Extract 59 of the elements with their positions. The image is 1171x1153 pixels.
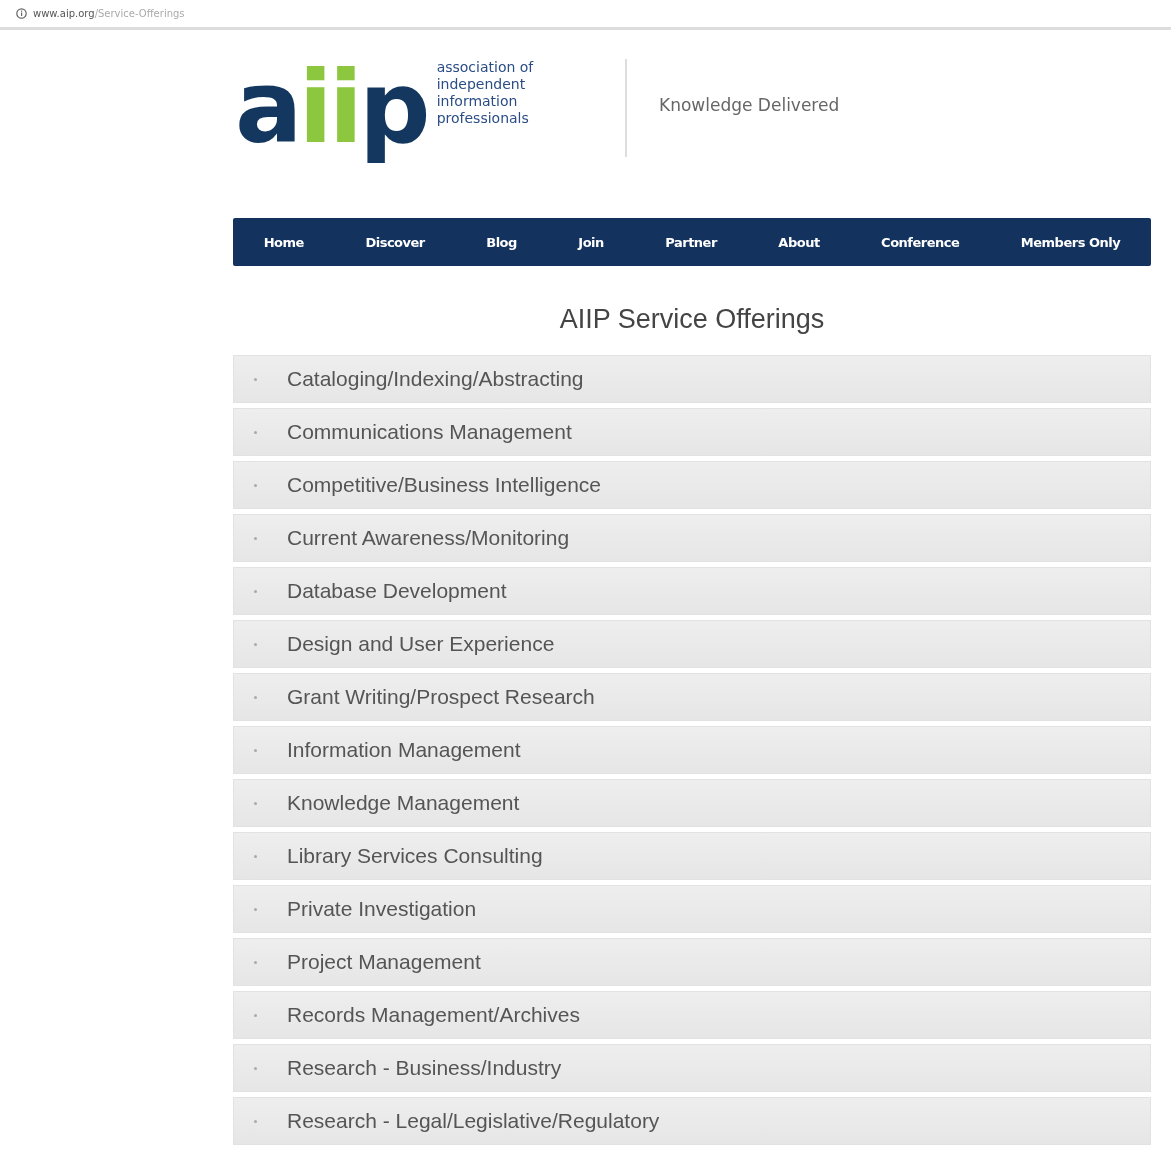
bullet-icon — [254, 960, 257, 964]
accordion-label: Private Investigation — [287, 897, 477, 921]
tagline: Knowledge Delivered — [659, 95, 840, 115]
bullet-icon — [254, 430, 257, 434]
bullet-icon — [254, 907, 257, 911]
bullet-icon — [254, 1119, 257, 1123]
accordion-label: Knowledge Management — [287, 791, 520, 815]
accordion-label: Database Development — [287, 579, 507, 603]
nav-link[interactable]: About — [778, 234, 820, 250]
bullet-icon — [254, 854, 257, 858]
accordion-item[interactable]: Database Development — [233, 567, 1151, 615]
nav-link[interactable]: Conference — [881, 234, 960, 250]
bullet-icon — [254, 589, 257, 593]
accordion-label: Competitive/Business Intelligence — [287, 473, 601, 497]
accordion-label: Project Management — [287, 950, 481, 974]
bullet-icon — [254, 748, 257, 752]
accordion-label: Grant Writing/Prospect Research — [287, 685, 595, 709]
nav-link[interactable]: Blog — [486, 234, 517, 250]
nav-link[interactable]: Home — [263, 234, 304, 250]
nav-link[interactable]: Join — [578, 234, 604, 250]
accordion-item[interactable]: Design and User Experience — [233, 620, 1151, 668]
accordion-item[interactable]: Records Management/Archives — [233, 991, 1151, 1039]
accordion-label: Current Awareness/Monitoring — [287, 526, 570, 550]
bullet-icon — [254, 483, 257, 487]
accordion-item[interactable]: Current Awareness/Monitoring — [233, 514, 1151, 562]
bullet-icon — [254, 642, 257, 646]
accordion-label: Library Services Consulting — [287, 844, 543, 868]
accordion-label: Research - Legal/Legislative/Regulatory — [287, 1109, 660, 1133]
bullet-icon — [254, 1013, 257, 1017]
page-title: AIIP Service Offerings — [558, 304, 826, 335]
nav-link[interactable]: Members Only — [1020, 234, 1121, 250]
accordion-label: Design and User Experience — [287, 632, 555, 656]
nav-link[interactable]: Discover — [365, 234, 425, 250]
accordion-item[interactable]: Cataloging/Indexing/Abstracting — [233, 355, 1151, 403]
accordion-item[interactable]: Private Investigation — [233, 885, 1151, 933]
nav-link[interactable]: Partner — [665, 234, 717, 250]
bullet-icon — [254, 695, 257, 699]
accordion-label: Information Management — [287, 738, 521, 762]
accordion-label: Cataloging/Indexing/Abstracting — [287, 367, 584, 391]
accordion-item[interactable]: Information Management — [233, 726, 1151, 774]
accordion-item[interactable]: Research - Business/Industry — [233, 1044, 1151, 1092]
accordion-item[interactable]: Communications Management — [233, 408, 1151, 456]
accordion-item[interactable]: Knowledge Management — [233, 779, 1151, 827]
accordion-item[interactable]: Project Management — [233, 938, 1151, 986]
bullet-icon — [254, 536, 257, 540]
logo-wordmark: aiip — [235, 48, 428, 168]
accordion-label: Records Management/Archives — [287, 1003, 580, 1027]
accordion-item[interactable]: Grant Writing/Prospect Research — [233, 673, 1151, 721]
accordion-item[interactable]: Library Services Consulting — [233, 832, 1151, 880]
info-icon — [16, 8, 27, 19]
accordion-label: Research - Business/Industry — [287, 1056, 562, 1080]
bullet-icon — [254, 1066, 257, 1070]
bullet-icon — [254, 377, 257, 381]
url-text: www.aip.org/Service-Offerings — [33, 8, 185, 19]
accordion-item[interactable]: Research - Legal/Legislative/Regulatory — [233, 1097, 1151, 1145]
bullet-icon — [254, 801, 257, 805]
logo-text: association of independent information professionals — [436, 59, 534, 127]
accordion-item[interactable]: Competitive/Business Intelligence — [233, 461, 1151, 509]
accordion-label: Communications Management — [287, 420, 572, 444]
